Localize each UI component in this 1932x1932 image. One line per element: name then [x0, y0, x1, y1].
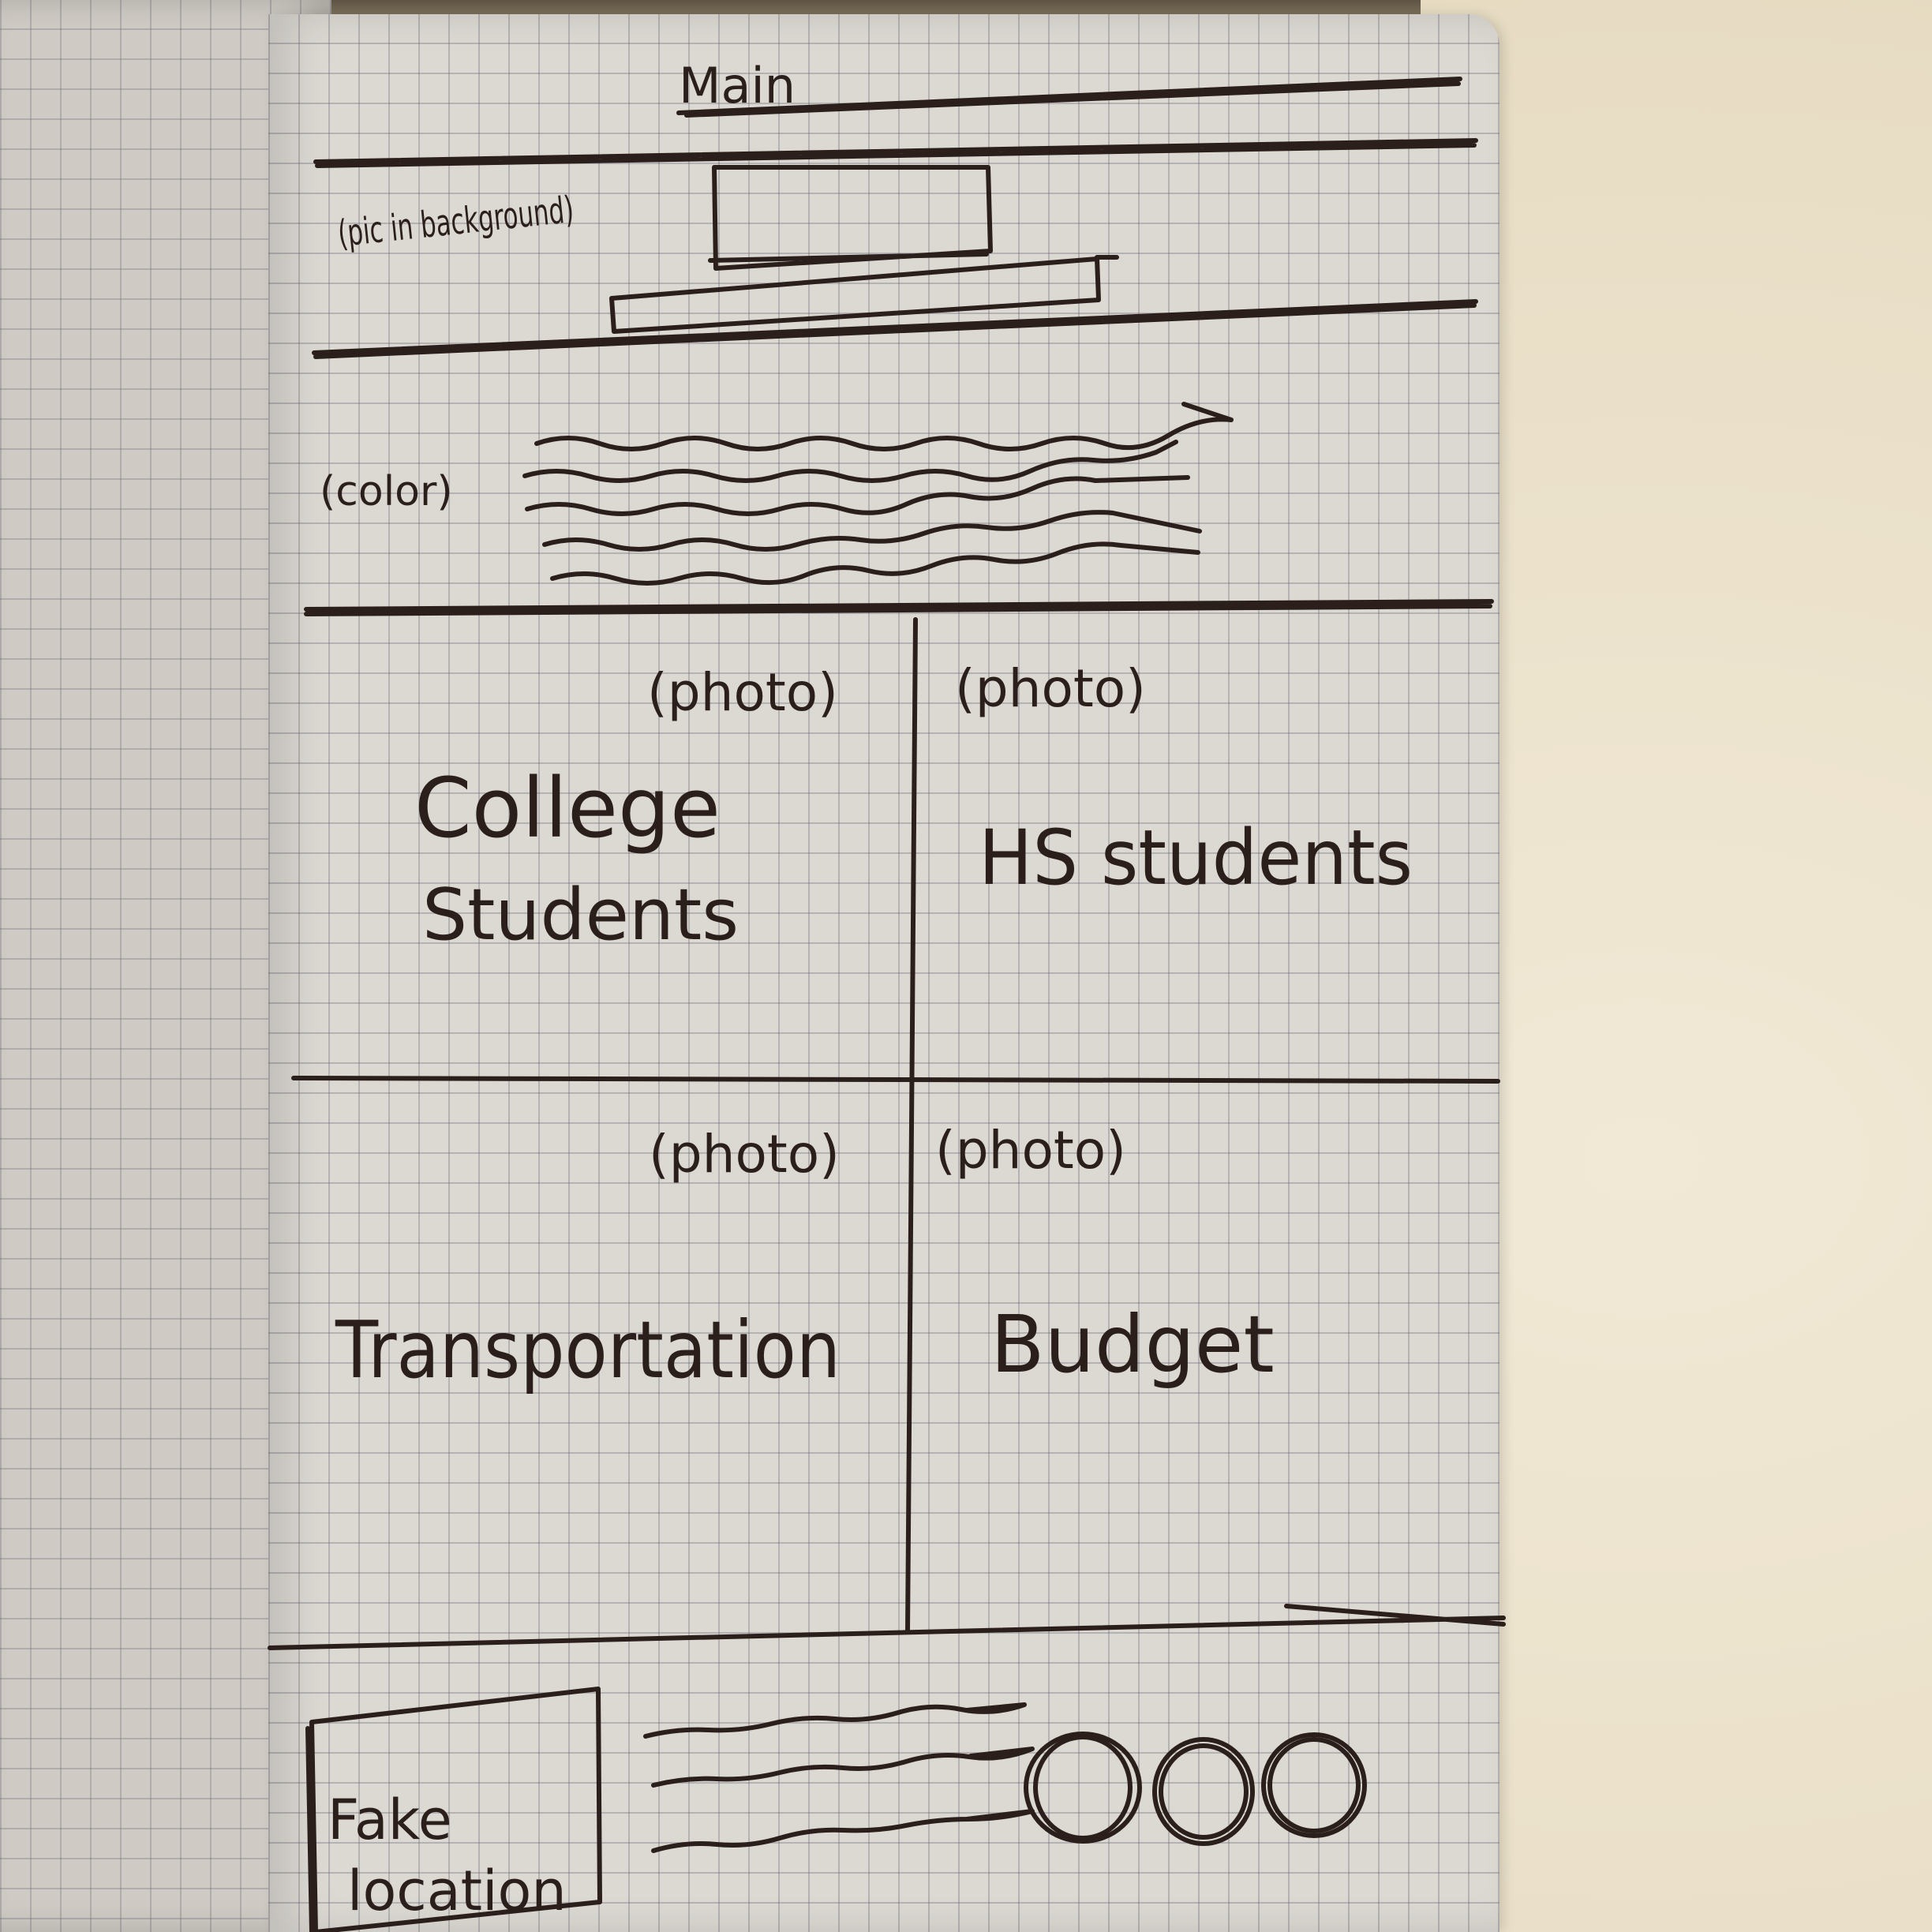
tile-1-label-line-2: Students	[422, 874, 739, 957]
tile-2-photo-label: (photo)	[955, 658, 1146, 719]
tile-4-photo-label: (photo)	[935, 1120, 1126, 1181]
hero-note: (pic in background)	[336, 188, 576, 255]
circle-icon	[1024, 1732, 1142, 1844]
circle-icon	[1267, 1737, 1361, 1833]
tile-2-label: HS students	[979, 814, 1413, 902]
intro-text-line-3	[525, 475, 1190, 516]
footer-text-line-1	[643, 1702, 1027, 1739]
footer-text-line-3	[651, 1809, 1035, 1853]
footer-text-line-2	[651, 1747, 1035, 1788]
tile-4-label: Budget	[990, 1298, 1275, 1391]
wireframe-sketch: Main (pic in background) (color) (photo)…	[268, 57, 1506, 1932]
tile-1-photo-label: (photo)	[647, 662, 838, 723]
tile-grid-vertical-divider	[905, 617, 918, 1634]
tile-1-label-line-1: College	[414, 760, 721, 856]
page-title: Main	[679, 57, 796, 114]
map-label-line-1: Fake	[328, 1788, 452, 1852]
hero-heading-box	[708, 165, 993, 271]
map-label-line-2: location	[347, 1859, 567, 1923]
intro-text-line-1	[534, 402, 1234, 451]
circle-icon	[1033, 1735, 1133, 1840]
tile-grid-bottom-rule	[268, 1604, 1506, 1650]
tile-3-photo-label: (photo)	[649, 1124, 840, 1185]
tile-3-label: Transportation	[335, 1304, 841, 1396]
intro-note: (color)	[320, 468, 453, 515]
circle-icon	[1152, 1737, 1255, 1846]
intro-bottom-rule	[304, 599, 1494, 616]
circle-icon	[1159, 1743, 1249, 1840]
hero-bottom-rule	[312, 299, 1478, 359]
header-top-rule	[676, 77, 1462, 118]
tile-grid-middle-rule	[291, 1076, 1500, 1084]
header-bottom-rule	[313, 138, 1478, 168]
photo-scene: Main (pic in background) (color) (photo)…	[0, 0, 1932, 1932]
circle-icon	[1261, 1732, 1367, 1838]
